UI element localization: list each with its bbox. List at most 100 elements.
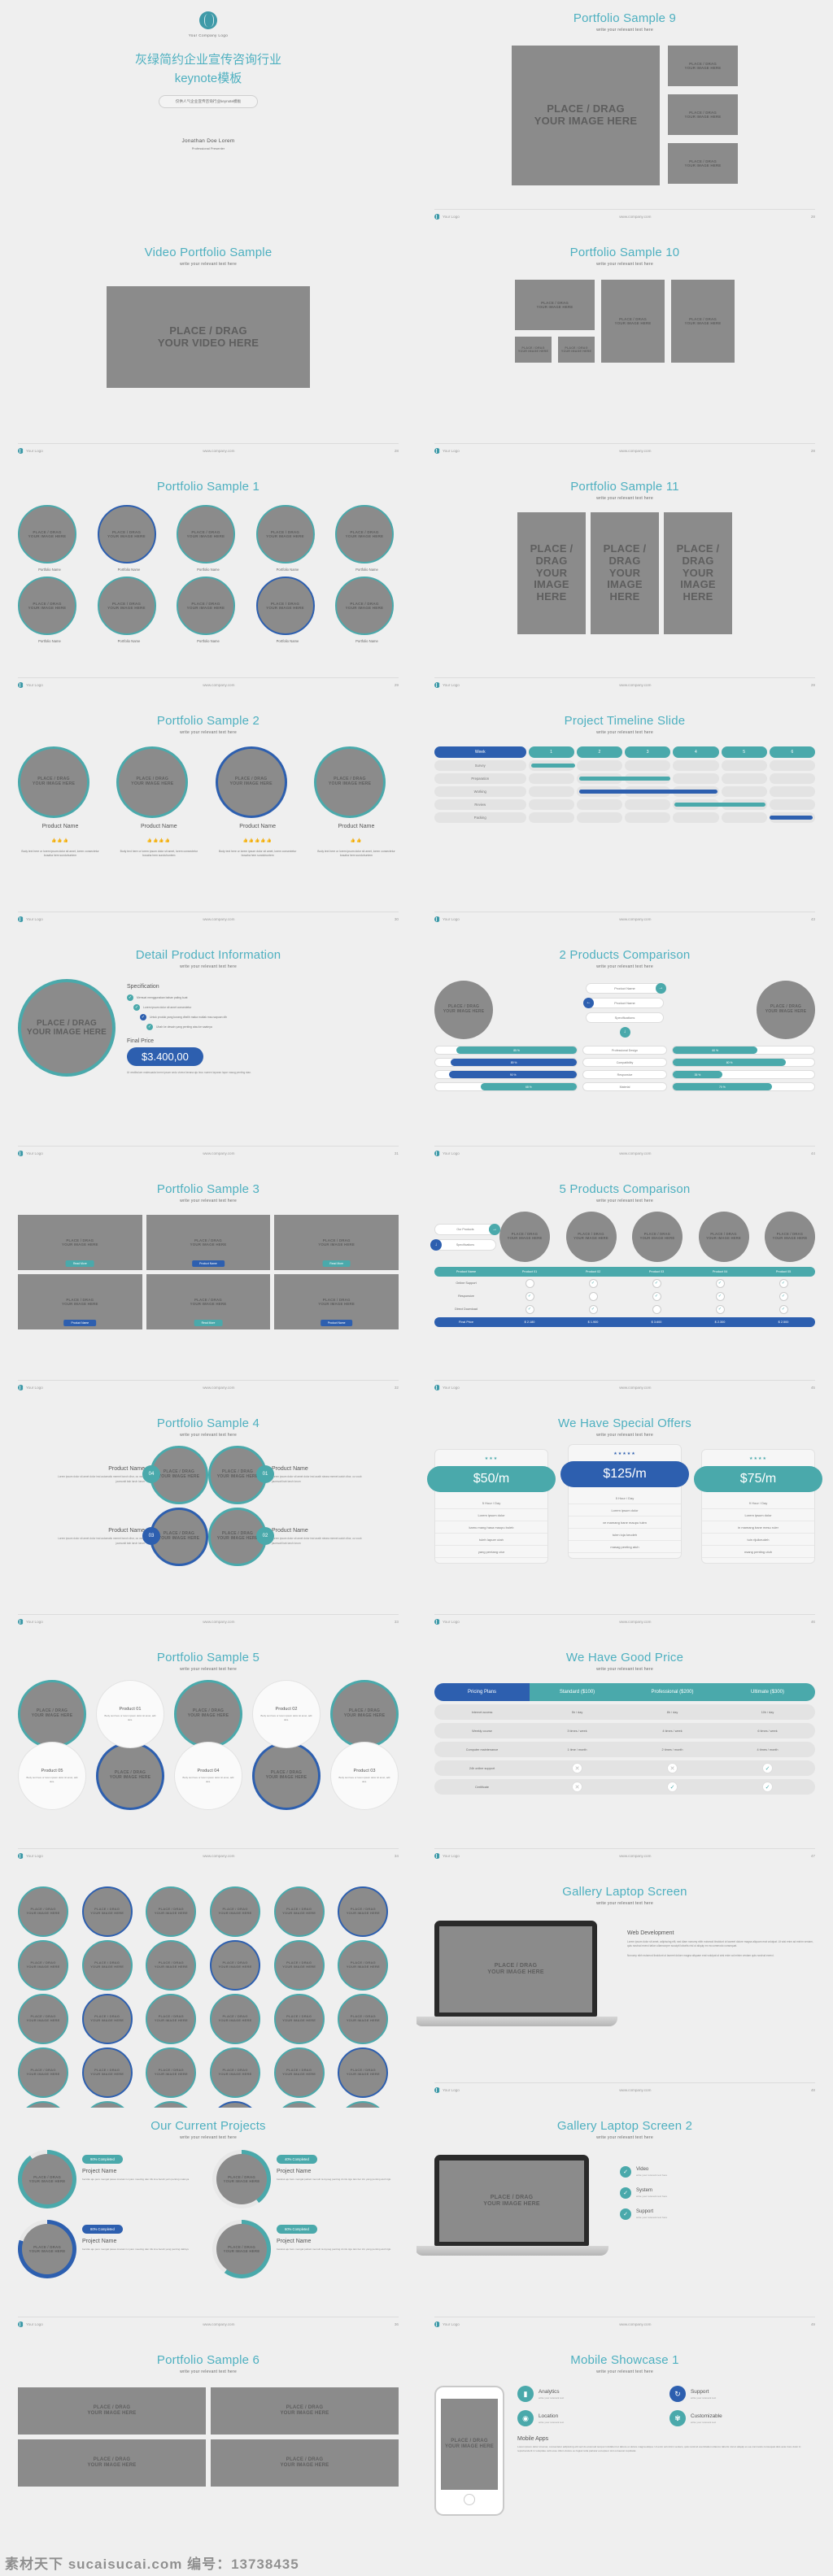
feature-item[interactable]: ✓ Support write your relevant text here [620, 2208, 815, 2220]
five-products-button[interactable]: Specifications ↓ [430, 1238, 496, 1251]
pricing-card[interactable]: ★★★★ $75/m 9 Hour / Day Lorem ipsum dolor in… [694, 1449, 822, 1564]
product-image-placeholder[interactable]: PLACE / DRAG YOUR IMAGE HERE [18, 979, 116, 1077]
product-image-1[interactable]: PLACE / DRAG YOUR IMAGE HERE [565, 1212, 617, 1262]
grid-circle-13[interactable]: PLACE / DRAG YOUR IMAGE HERE [81, 1994, 133, 2044]
slide-two-products[interactable]: 2 Products Comparison write your relevan… [416, 937, 833, 1171]
product-card[interactable]: PLACE / DRAG YOUR IMAGE HERE Product Name… [313, 746, 399, 858]
product-image-1[interactable]: PLACE / DRAG YOUR IMAGE HERE [116, 746, 189, 818]
portfolio-image-7[interactable]: PLACE / DRAG YOUR IMAGE HERE [177, 577, 235, 635]
product-circle-card[interactable]: Product 04 Body text here or lorem ipsum … [174, 1742, 242, 1810]
portfolio-image-0[interactable]: PLACE / DRAG YOUR IMAGE HERE [18, 505, 76, 564]
grid-circle-18[interactable]: PLACE / DRAG YOUR IMAGE HERE [18, 2047, 68, 2098]
feature-item[interactable]: ✓ Video write your relevant text here [620, 2166, 815, 2178]
portfolio-item[interactable]: PLACE / DRAG YOUR IMAGE HERE Portfolio Na… [97, 577, 161, 643]
grid-circle-26[interactable]: PLACE / DRAG YOUR IMAGE HERE [146, 2101, 197, 2108]
project-image-1[interactable]: PLACE / DRAG YOUR IMAGE HERE [216, 2154, 267, 2204]
slide-portfolio-9[interactable]: Portfolio Sample 9 write your relevant t… [416, 0, 833, 234]
grid-circle-25[interactable]: PLACE / DRAG YOUR IMAGE HERE [81, 2101, 133, 2108]
phone-screen-placeholder[interactable]: PLACE / DRAG YOUR IMAGE HERE [441, 2399, 498, 2490]
grid-circle-14[interactable]: PLACE / DRAG YOUR IMAGE HERE [146, 1994, 197, 2044]
mobile-feature[interactable]: ◉ Location write your relevant text [517, 2410, 663, 2426]
product-circle-card[interactable]: Product 05 Body text here or lorem ipsum … [18, 1742, 86, 1810]
image-4[interactable]: PLACE / DRAG YOUR IMAGE HERE [96, 1742, 164, 1810]
product-card[interactable]: PLACE / DRAG YOUR IMAGE HERE Product Name… [18, 746, 102, 858]
image-placeholder-4[interactable]: PLACE / DRAG YOUR IMAGE HERE [601, 280, 665, 363]
slide-gallery-laptop[interactable]: Gallery Laptop Screen write your relevan… [416, 1873, 833, 2108]
project-card[interactable]: PLACE / DRAG YOUR IMAGE HERE 90% Complete… [18, 2150, 204, 2208]
tile-button[interactable]: Product Name [63, 1320, 97, 1326]
pricing-card[interactable]: ★★★ $50/m 5 Hour / Day Lorem ipsum dolor kam… [427, 1449, 556, 1564]
slide-portfolio-10[interactable]: Portfolio Sample 10 write your relevant … [416, 234, 833, 468]
grid-circle-1[interactable]: PLACE / DRAG YOUR IMAGE HERE [81, 1886, 133, 1937]
feature-item[interactable]: ✓ System write your relevant text here [620, 2187, 815, 2199]
slide-video-portfolio[interactable]: Video Portfolio Sample write your releva… [0, 234, 416, 468]
product-image-4[interactable]: PLACE / DRAG YOUR IMAGE HERE [765, 1212, 815, 1262]
image-placeholder-2[interactable]: PLACE / DRAG YOUR IMAGE HERE [591, 512, 659, 634]
project-image-2[interactable]: PLACE / DRAG YOUR IMAGE HERE [22, 2224, 72, 2274]
arrow-left-icon[interactable]: ← [583, 997, 594, 1008]
mobile-feature[interactable]: ✾ Customizable write your relevant text [669, 2410, 815, 2426]
portfolio-item[interactable]: PLACE / DRAG YOUR IMAGE HERE Portfolio Na… [177, 505, 240, 572]
slide-circle-grid[interactable]: PLACE / DRAG YOUR IMAGE HERE PLACE / DRAG… [0, 1873, 416, 2108]
slide-gallery-laptop-2[interactable]: Gallery Laptop Screen 2 write your relev… [416, 2108, 833, 2342]
grid-circle-21[interactable]: PLACE / DRAG YOUR IMAGE HERE [209, 2047, 260, 2098]
grid-circle-11[interactable]: PLACE / DRAG YOUR IMAGE HERE [338, 1940, 389, 1991]
arrow-right-icon[interactable]: → [656, 982, 666, 994]
grid-circle-17[interactable]: PLACE / DRAG YOUR IMAGE HERE [338, 1994, 389, 2044]
image-placeholder-1[interactable]: PLACE / DRAG YOUR IMAGE HERE [515, 280, 595, 330]
portfolio-item[interactable]: PLACE / DRAG YOUR IMAGE HERE Portfolio Na… [177, 577, 240, 643]
slide-current-projects[interactable]: Our Current Projects write your relevant… [0, 2108, 416, 2342]
product-image-2[interactable]: PLACE / DRAG YOUR IMAGE HERE [632, 1212, 683, 1262]
image-1[interactable]: PLACE / DRAG YOUR IMAGE HERE [18, 1680, 86, 1748]
slide-portfolio-6[interactable]: Portfolio Sample 6 write your relevant t… [0, 2342, 416, 2576]
grid-circle-10[interactable]: PLACE / DRAG YOUR IMAGE HERE [273, 1940, 325, 1991]
portfolio-item[interactable]: PLACE / DRAG YOUR IMAGE HERE Portfolio Na… [18, 577, 81, 643]
portfolio-tile[interactable]: PLACE / DRAG YOUR IMAGE HERE Product Name [18, 1274, 142, 1329]
product-image-3[interactable]: PLACE / DRAG YOUR IMAGE HERE [698, 1212, 749, 1262]
portfolio-image-4[interactable]: PLACE / DRAG YOUR IMAGE HERE [335, 505, 394, 564]
slide-portfolio-4[interactable]: Portfolio Sample 4 write your relevant t… [0, 1405, 416, 1639]
image-placeholder-3[interactable]: PLACE / DRAG YOUR IMAGE HERE [558, 337, 595, 363]
tile-button[interactable]: Product Name [320, 1320, 353, 1326]
portfolio-item[interactable]: PLACE / DRAG YOUR IMAGE HERE Portfolio Na… [335, 505, 399, 572]
grid-circle-27[interactable]: PLACE / DRAG YOUR IMAGE HERE [209, 2101, 260, 2108]
grid-circle-4[interactable]: PLACE / DRAG YOUR IMAGE HERE [273, 1886, 325, 1937]
image-placeholder-1[interactable]: PLACE / DRAG YOUR IMAGE HERE [668, 46, 738, 86]
product-card[interactable]: PLACE / DRAG YOUR IMAGE HERE Product Name… [215, 746, 300, 858]
grid-circle-29[interactable]: PLACE / DRAG YOUR IMAGE HERE [338, 2101, 389, 2108]
portfolio-image-3[interactable]: PLACE / DRAG YOUR IMAGE HERE [255, 505, 315, 564]
grid-circle-0[interactable]: PLACE / DRAG YOUR IMAGE HERE [18, 1886, 68, 1937]
slide-title[interactable]: Your Company Logo 灰绿简约企业宣传咨询行业 keynote模板… [0, 0, 416, 234]
product-image-0[interactable]: PLACE / DRAG YOUR IMAGE HERE [18, 746, 89, 818]
portfolio-item[interactable]: PLACE / DRAG YOUR IMAGE HERE Portfolio Na… [255, 577, 320, 643]
slide-mobile-showcase[interactable]: Mobile Showcase 1 write your relevant te… [416, 2342, 833, 2576]
product-a-image[interactable]: PLACE / DRAG YOUR IMAGE HERE [434, 981, 493, 1039]
grid-circle-22[interactable]: PLACE / DRAG YOUR IMAGE HERE [273, 2047, 325, 2098]
portfolio-6-image-0[interactable]: PLACE / DRAG YOUR IMAGE HERE [18, 2387, 206, 2435]
image-placeholder-2[interactable]: PLACE / DRAG YOUR IMAGE HERE [668, 94, 738, 135]
five-products-button[interactable]: Our Products → [434, 1223, 500, 1235]
slide-project-timeline[interactable]: Project Timeline Slide write your releva… [416, 703, 833, 937]
video-placeholder[interactable]: PLACE / DRAG YOUR VIDEO HERE [107, 286, 310, 388]
slide-good-price[interactable]: We Have Good Price write your relevant t… [416, 1639, 833, 1873]
portfolio-6-image-2[interactable]: PLACE / DRAG YOUR IMAGE HERE [18, 2439, 206, 2487]
slide-detail-product[interactable]: Detail Product Information write your re… [0, 937, 416, 1171]
title-pill-button[interactable]: 仅供人气企业宣传咨询行业keynote模板 [158, 95, 259, 108]
image-placeholder-3[interactable]: PLACE / DRAG YOUR IMAGE HERE [668, 143, 738, 184]
pricing-card[interactable]: ★★★★★ $125/m 5 Hour / Day Lorem ipsum dolor… [560, 1444, 689, 1559]
portfolio-item[interactable]: PLACE / DRAG YOUR IMAGE HERE Portfolio Na… [18, 505, 81, 572]
grid-circle-7[interactable]: PLACE / DRAG YOUR IMAGE HERE [81, 1940, 133, 1991]
image-placeholder-5[interactable]: PLACE / DRAG YOUR IMAGE HERE [671, 280, 735, 363]
product-image-2[interactable]: PLACE / DRAG YOUR IMAGE HERE [215, 746, 287, 818]
image-placeholder-main[interactable]: PLACE / DRAG YOUR IMAGE HERE [512, 46, 660, 185]
project-card[interactable]: PLACE / DRAG YOUR IMAGE HERE 40% Complete… [212, 2150, 399, 2208]
tile-button[interactable]: Read More [194, 1320, 223, 1326]
image-placeholder-3[interactable]: PLACE / DRAG YOUR IMAGE HERE [664, 512, 732, 634]
grid-circle-16[interactable]: PLACE / DRAG YOUR IMAGE HERE [273, 1994, 325, 2044]
portfolio-image-6[interactable]: PLACE / DRAG YOUR IMAGE HERE [97, 577, 156, 635]
slide-special-offers[interactable]: We Have Special Offers write your releva… [416, 1405, 833, 1639]
portfolio-tile[interactable]: PLACE / DRAG YOUR IMAGE HERE Product Name [274, 1274, 399, 1329]
portfolio-item[interactable]: PLACE / DRAG YOUR IMAGE HERE Portfolio Na… [335, 577, 399, 643]
slide-portfolio-1[interactable]: Portfolio Sample 1 PLACE / DRAG YOUR IMA… [0, 468, 416, 703]
product-circle-card[interactable]: Product 02 Body text here or lorem ipsum … [252, 1680, 321, 1748]
